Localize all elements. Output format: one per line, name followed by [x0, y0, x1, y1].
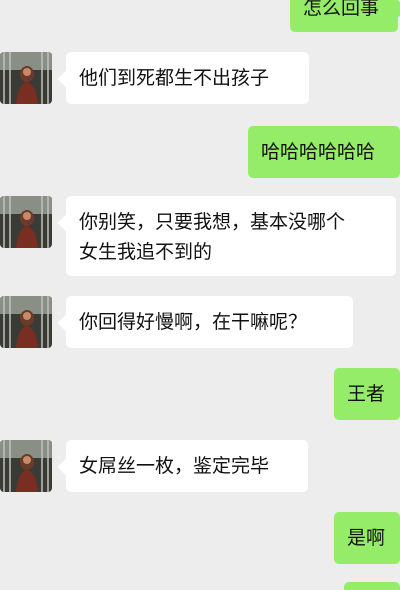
- message-text: 女屌丝一枚，鉴定完毕: [79, 455, 270, 477]
- incoming-message-bubble[interactable]: 女屌丝一枚，鉴定完毕: [66, 440, 308, 492]
- message-text: 怎么回事: [303, 0, 380, 19]
- outgoing-message-bubble[interactable]: 王者: [334, 368, 400, 420]
- contact-avatar-icon[interactable]: [0, 296, 52, 348]
- incoming-message-bubble[interactable]: 他们到死都生不出孩子: [66, 52, 309, 104]
- contact-avatar-icon[interactable]: [0, 440, 52, 492]
- outgoing-message-bubble[interactable]: 哈哈哈哈哈哈: [248, 126, 400, 178]
- outgoing-message-bubble[interactable]: 是啊: [334, 512, 400, 564]
- message-text: 你回得好慢啊，在干嘛呢？: [79, 311, 308, 333]
- incoming-message-bubble[interactable]: 你别笑，只要我想，基本没哪个 女生我追不到的: [66, 196, 396, 276]
- message-text-line: 你别笑，只要我想，基本没哪个: [79, 211, 346, 233]
- contact-avatar-icon[interactable]: [0, 196, 52, 248]
- message-text-line: 女生我追不到的: [79, 241, 213, 263]
- outgoing-message-bubble[interactable]: 怎么回事: [290, 0, 398, 32]
- message-text: 王者: [347, 383, 386, 405]
- incoming-message-bubble[interactable]: 你回得好慢啊，在干嘛呢？: [66, 296, 353, 348]
- message-text-block: 你别笑，只要我想，基本没哪个 女生我追不到的: [79, 207, 383, 267]
- message-text: 是啊: [347, 527, 386, 549]
- contact-avatar-icon[interactable]: [0, 52, 52, 104]
- message-text: 哈哈哈哈哈哈: [261, 141, 376, 163]
- message-text: 他们到死都生不出孩子: [79, 67, 270, 89]
- outgoing-message-bubble-partial[interactable]: [344, 582, 400, 590]
